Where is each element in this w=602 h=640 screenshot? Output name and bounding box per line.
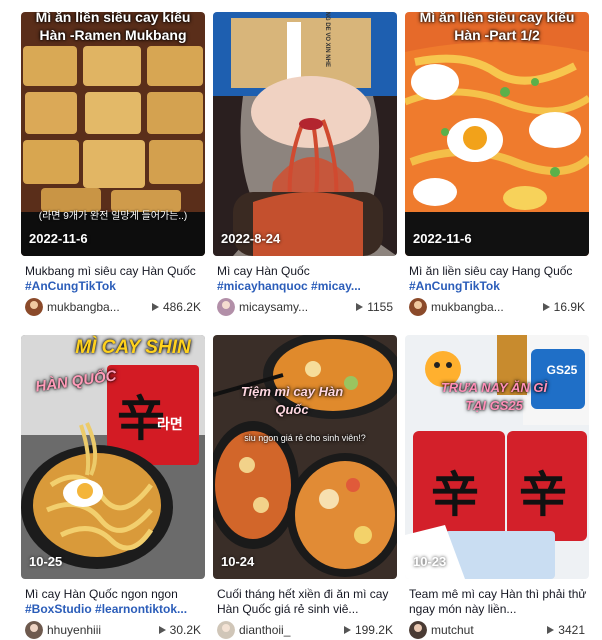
video-thumbnail[interactable]: Mì ăn liền siêu cay kiểu Hàn -Part 1/2 2… [405, 12, 589, 256]
video-thumbnail[interactable]: HANG DE VO XIN NHE 2022-8-24 [213, 12, 397, 256]
view-count-value: 1155 [367, 300, 393, 314]
desc-line-1: Mì ăn liền siêu cay Hang Quốc [409, 264, 589, 279]
video-date: 10-23 [413, 554, 447, 569]
avatar[interactable] [217, 298, 235, 316]
video-thumbnail[interactable]: 辛 라면 MÌ CAY SHIN HÀN QUỐC 10-25 [21, 335, 205, 579]
view-count: 16.9K [542, 300, 585, 314]
hashtag-link[interactable]: #micayhanquoc [217, 279, 308, 293]
view-count-value: 486.2K [162, 300, 201, 314]
video-meta: dianthoii_ 199.2K [217, 621, 397, 639]
hashtag-link[interactable]: #AnCungTikTok [25, 279, 116, 293]
username-link[interactable]: mukbangba... [47, 300, 147, 314]
desc-text: Team mê mì cay Hàn thì phải thử ngay món… [409, 587, 587, 616]
video-description[interactable]: Cuối tháng hết xiền đi ăn mì cay Hàn Quố… [217, 587, 397, 617]
video-meta: micaysamy... 1155 [217, 298, 397, 316]
video-meta: mukbangba... 16.9K [409, 298, 589, 316]
svg-text:辛: 辛 [431, 467, 479, 523]
spicy-ramen-bowl-image [405, 12, 589, 256]
video-meta: hhuyenhiii 30.2K [25, 621, 205, 639]
view-count: 30.2K [158, 623, 201, 637]
username-link[interactable]: mutchut [431, 623, 531, 637]
view-count: 199.2K [343, 623, 393, 637]
box-label: HANG DE VO XIN NHE [324, 12, 330, 67]
video-meta: mutchut 3421 [409, 621, 589, 639]
view-count-value: 3421 [558, 623, 585, 637]
svg-text:라면: 라면 [157, 416, 183, 433]
video-subtitle: (라면 9개가 완전 일망게 들어가는..) [38, 211, 188, 222]
desc-text: Mì cay Hàn Quốc ngon ngon [25, 587, 178, 601]
video-description[interactable]: Mì cay Hàn Quốc #micayhanquoc #micay... [217, 264, 397, 294]
desc-text: Cuối tháng hết xiền đi ăn mì cay Hàn Quố… [217, 587, 389, 616]
video-date: 10-24 [221, 554, 255, 569]
username-link[interactable]: mukbangba... [431, 300, 531, 314]
video-description[interactable]: Mì cay Hàn Quốc ngon ngon #BoxStudio #le… [25, 587, 205, 617]
video-description[interactable]: Team mê mì cay Hàn thì phải thử ngay món… [409, 587, 589, 617]
avatar[interactable] [25, 621, 43, 639]
hashtag-link[interactable]: #BoxStudio [25, 602, 92, 616]
view-count: 1155 [356, 300, 393, 314]
hashtag-link[interactable]: #AnCungTikTok [409, 279, 500, 293]
desc-line-2: #AnCungTikTok [25, 279, 205, 294]
video-overlay-subtitle: siu ngon giá rẻ cho sinh viên!? [244, 433, 366, 443]
desc-line-1: Mukbang mì siêu cay Hàn Quốc [25, 264, 205, 279]
view-count-value: 30.2K [169, 623, 201, 637]
video-grid: Mì ăn liền siêu cay kiểu Hàn -Ramen Mukb… [0, 0, 602, 640]
noodle-eating-image [213, 12, 397, 256]
play-icon [547, 626, 555, 634]
video-date: 2022-11-6 [413, 231, 472, 246]
desc-text: Mukbang mì siêu cay Hàn Quốc [25, 264, 196, 278]
desc-line-1: Mì cay Hàn Quốc [217, 264, 397, 279]
video-description[interactable]: Mì ăn liền siêu cay Hang Quốc #AnCungTik… [409, 264, 589, 294]
view-count: 3421 [547, 623, 585, 637]
play-icon [343, 626, 351, 634]
video-thumbnail[interactable]: Tiệm mì cay Hàn Quốc siu ngon giá rẻ cho… [213, 335, 397, 579]
video-thumbnail[interactable]: Mì ăn liền siêu cay kiểu Hàn -Ramen Mukb… [21, 12, 205, 256]
gs25-sign: GS25 [546, 363, 578, 377]
video-date: 2022-11-6 [29, 231, 88, 246]
avatar[interactable] [409, 621, 427, 639]
avatar[interactable] [217, 621, 235, 639]
video-overlay-title: MÌ CAY SHIN [75, 337, 191, 358]
desc-line-2: #BoxStudio #learnontiktok... [25, 602, 205, 617]
play-icon [158, 626, 166, 634]
desc-line-2: #micayhanquoc #micay... [217, 279, 397, 294]
view-count: 486.2K [151, 300, 201, 314]
play-icon [356, 303, 364, 311]
video-overlay-title: Mì ăn liền siêu cay kiểu Hàn -Ramen Mukb… [35, 12, 191, 43]
avatar[interactable] [25, 298, 43, 316]
play-icon [151, 303, 159, 311]
hashtag-link[interactable]: #learnontiktok... [95, 602, 187, 616]
view-count-value: 16.9K [553, 300, 585, 314]
video-overlay-title: Mì ăn liền siêu cay kiểu Hàn -Part 1/2 [419, 12, 575, 43]
video-overlay-title: TRƯA NAY ĂN GÌ TẠI GS25 [440, 380, 548, 413]
video-date: 2022-8-24 [221, 231, 281, 246]
desc-line-1: Mì cay Hàn Quốc ngon ngon [25, 587, 205, 602]
video-thumbnail[interactable]: 辛 辛 GS25 TRƯA NAY ĂN GÌ TẠI GS25 10-23 [405, 335, 589, 579]
username-link[interactable]: hhuyenhiii [47, 623, 147, 637]
username-link[interactable]: micaysamy... [239, 300, 339, 314]
avatar[interactable] [409, 298, 427, 316]
username-link[interactable]: dianthoii_ [239, 623, 339, 637]
view-count-value: 199.2K [354, 623, 393, 637]
desc-text: Mì cay Hàn Quốc [217, 264, 310, 278]
svg-text:辛: 辛 [519, 467, 567, 523]
hashtag-link[interactable]: #micay... [311, 279, 361, 293]
video-description[interactable]: Mukbang mì siêu cay Hàn Quốc #AnCungTikT… [25, 264, 205, 294]
play-icon [542, 303, 550, 311]
hotpot-spread-image [213, 335, 397, 579]
desc-text: Mì ăn liền siêu cay Hang Quốc [409, 264, 573, 278]
video-meta: mukbangba... 486.2K [25, 298, 205, 316]
video-date: 10-25 [29, 554, 63, 569]
desc-line-2: #AnCungTikTok [409, 279, 589, 294]
video-overlay-title: Tiệm mì cay Hàn Quốc [240, 384, 344, 417]
